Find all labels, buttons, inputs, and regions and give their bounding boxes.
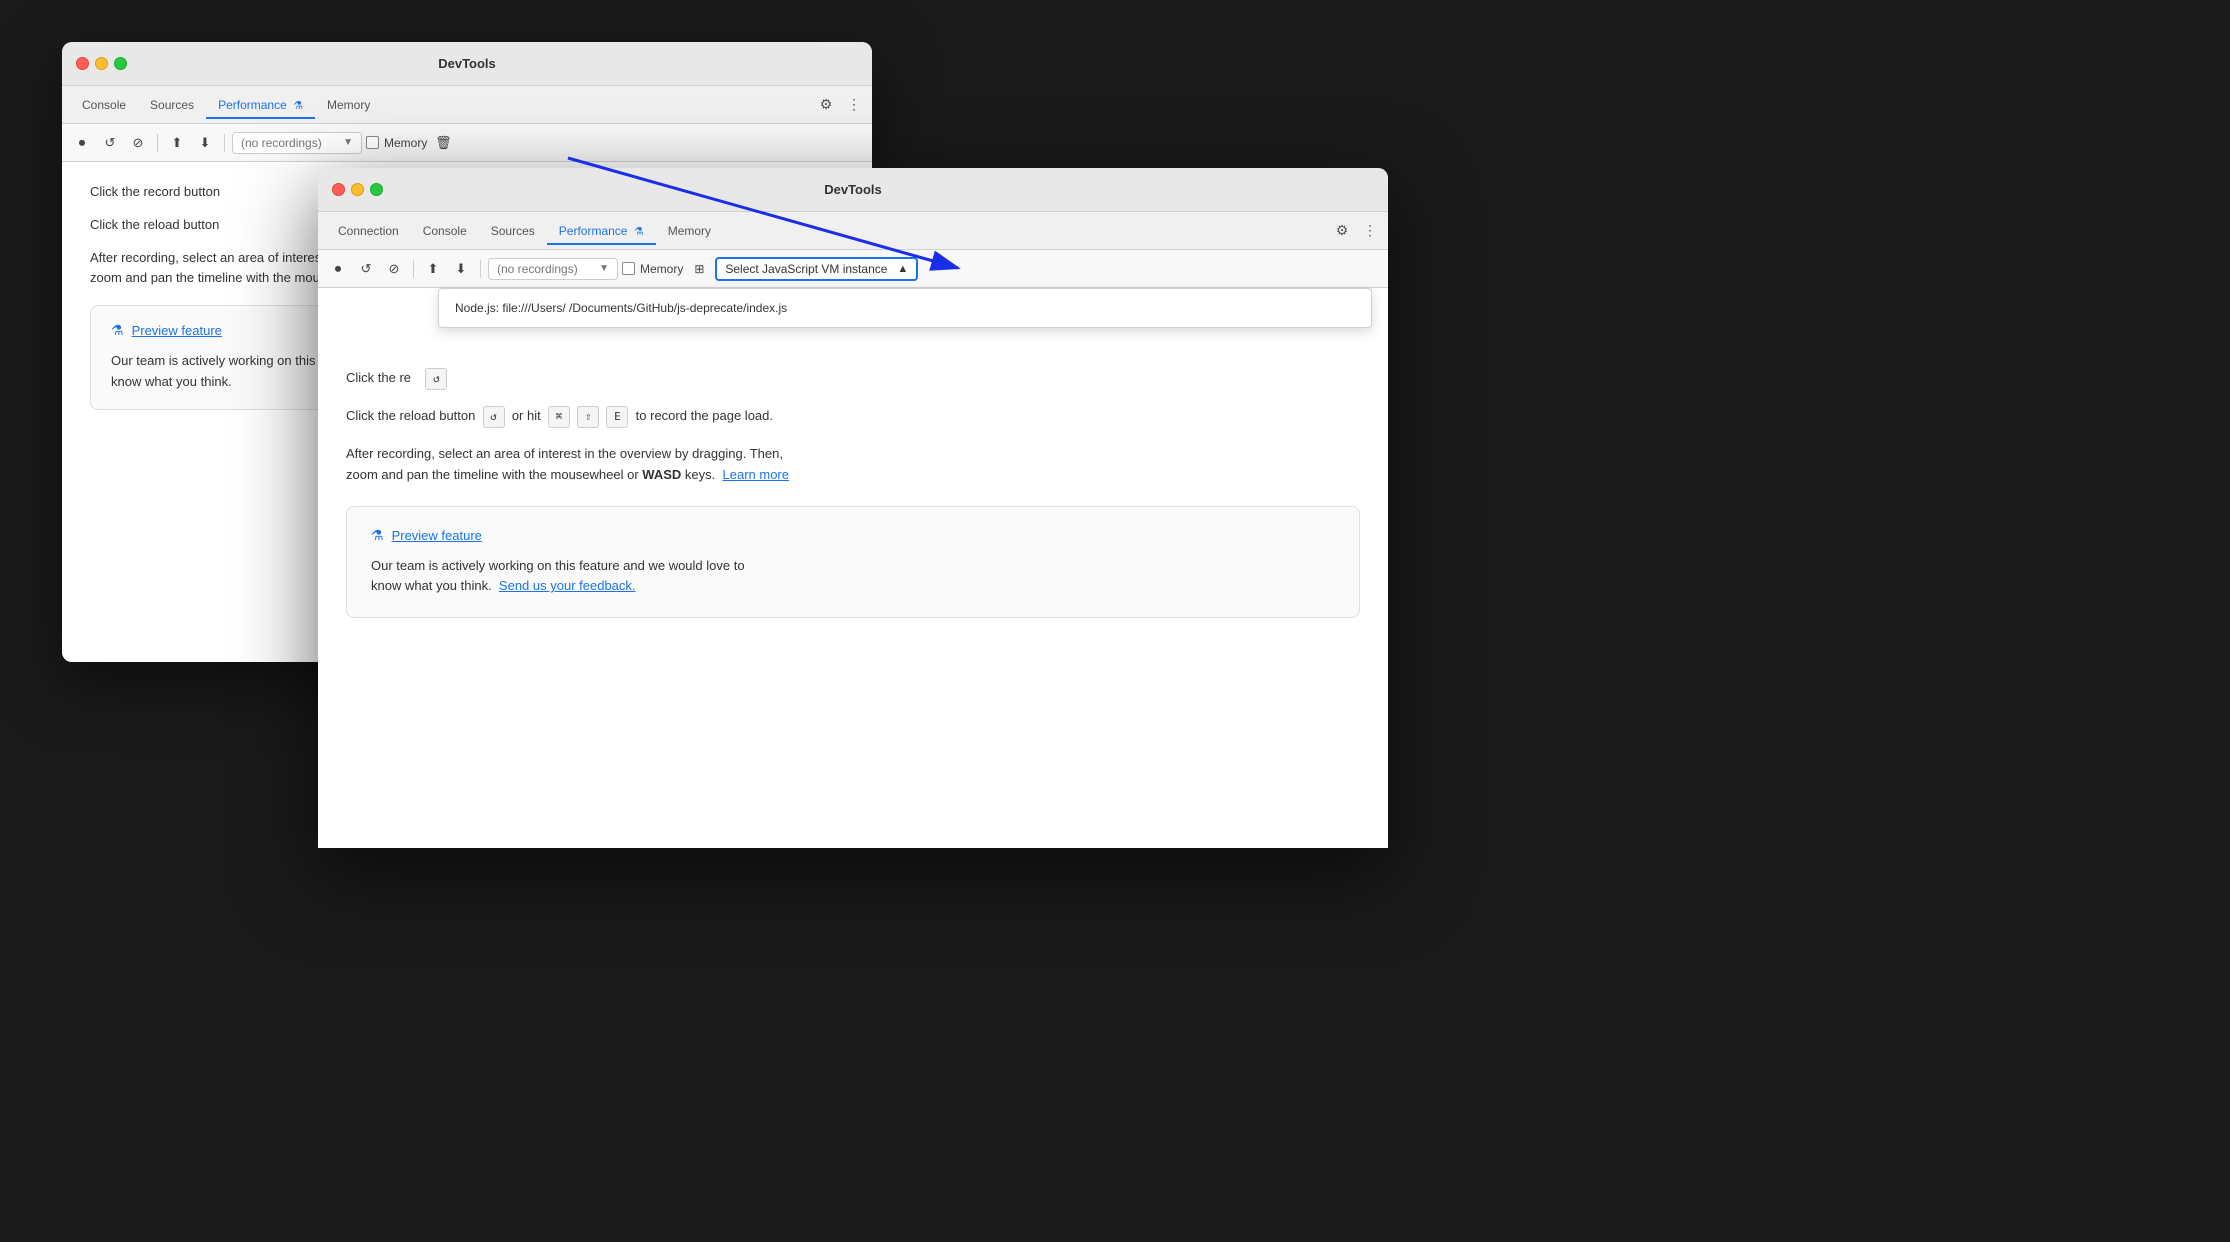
separator-1-bg [157,134,158,152]
instruction-2-fg: Click the reload button ↺ or hit ⌘ ⇧ E t… [346,406,1360,428]
cancel-button-bg[interactable]: ⊘ [126,131,150,155]
kbd-cmd-fg: ⌘ [548,406,570,428]
kbd-shortcut-fg: ↺ [483,406,505,428]
traffic-lights-bg [76,57,127,70]
titlebar-bg: DevTools [62,42,872,86]
download-button-fg[interactable]: ⬇ [449,257,473,281]
tab-memory-bg[interactable]: Memory [315,92,382,118]
toolbar-bg: ⏺ ↺ ⊘ ⬆ ⬇ (no recordings) ▼ Memory 🗑 [62,124,872,162]
devtools-body-fg: Connection Console Sources Performance ⚗… [318,212,1388,848]
tab-connection-fg[interactable]: Connection [326,218,411,244]
separator-2-bg [224,134,225,152]
upload-button-fg[interactable]: ⬆ [421,257,445,281]
toolbar-fg: ⏺ ↺ ⊘ ⬆ ⬇ (no recordings) ▼ Memory ⊞ Sel… [318,250,1388,288]
delete-button-bg[interactable]: 🗑 [431,131,455,155]
preview-header-fg: ⚗ Preview feature [371,527,1335,544]
preview-box-fg: ⚗ Preview feature Our team is actively w… [346,506,1360,619]
tab-sources-bg[interactable]: Sources [138,92,206,118]
kbd-e-fg: E [606,406,628,428]
checkbox-fg[interactable] [622,262,635,275]
vm-dropdown-menu[interactable]: Node.js: file:///Users/ /Documents/GitHu… [438,288,1372,328]
dropdown-arrow-bg: ▼ [343,137,353,148]
preview-title-fg[interactable]: Preview feature [392,528,482,543]
instruction-3-fg: After recording, select an area of inter… [346,444,1360,486]
tabbar-right-bg: ⚙ ⋮ [816,95,864,115]
upload-button-bg[interactable]: ⬆ [165,131,189,155]
vm-select-button[interactable]: Select JavaScript VM instance ▲ [715,257,918,281]
instruction-1-fg: Click the re ↺ [346,368,1360,390]
window-title-bg: DevTools [438,56,496,71]
memory-checkbox-bg[interactable]: Memory [366,136,427,150]
tab-performance-fg[interactable]: Performance ⚗ [547,218,656,244]
learn-more-link[interactable]: Learn more [723,467,789,482]
window-title-fg: DevTools [824,182,882,197]
snapshot-button-fg[interactable]: ⊞ [687,257,711,281]
titlebar-fg: DevTools [318,168,1388,212]
flask-icon-performance-fg: ⚗ [634,226,644,238]
tab-console-bg[interactable]: Console [70,92,138,118]
cancel-button-fg[interactable]: ⊘ [382,257,406,281]
reload-button-bg[interactable]: ↺ [98,131,122,155]
separator-1-fg [413,260,414,278]
minimize-button-bg[interactable] [95,57,108,70]
preview-flask-icon-bg: ⚗ [111,322,124,339]
download-button-bg[interactable]: ⬇ [193,131,217,155]
content-fg: Click the re ↺ Click the reload button ↺… [318,288,1388,848]
close-button-fg[interactable] [332,183,345,196]
vm-dropdown-item[interactable]: Node.js: file:///Users/ /Documents/GitHu… [439,293,1371,323]
preview-text-fg: Our team is actively working on this fea… [371,556,1335,598]
devtools-foreground-window: DevTools Connection Console Sources Perf… [318,168,1388,848]
kbd-reload-fg: ↺ [425,368,447,390]
gear-icon-fg[interactable]: ⚙ [1332,221,1352,241]
traffic-lights-fg [332,183,383,196]
more-icon-bg[interactable]: ⋮ [844,95,864,115]
preview-flask-icon-fg: ⚗ [371,527,384,544]
tab-performance-bg[interactable]: Performance ⚗ [206,92,315,118]
separator-2-fg [480,260,481,278]
recordings-dropdown-bg[interactable]: (no recordings) ▼ [232,132,362,154]
tabbar-right-fg: ⚙ ⋮ [1332,221,1380,241]
toolbar-wrapper-fg: ⏺ ↺ ⊘ ⬆ ⬇ (no recordings) ▼ Memory ⊞ Sel… [318,250,1388,288]
record-button-bg[interactable]: ⏺ [70,131,94,155]
tabbar-bg: Console Sources Performance ⚗ Memory ⚙ ⋮ [62,86,872,124]
memory-checkbox-fg[interactable]: Memory [622,262,683,276]
record-button-fg[interactable]: ⏺ [326,257,350,281]
close-button-bg[interactable] [76,57,89,70]
tabbar-fg: Connection Console Sources Performance ⚗… [318,212,1388,250]
recordings-dropdown-fg[interactable]: (no recordings) ▼ [488,258,618,280]
maximize-button-fg[interactable] [370,183,383,196]
dropdown-arrow-fg: ▼ [599,263,609,274]
checkbox-bg[interactable] [366,136,379,149]
gear-icon-bg[interactable]: ⚙ [816,95,836,115]
flask-icon-bg: ⚗ [293,100,303,112]
reload-button-fg[interactable]: ↺ [354,257,378,281]
vm-arrow-icon: ▲ [897,263,908,275]
tab-console-fg[interactable]: Console [411,218,479,244]
more-icon-fg[interactable]: ⋮ [1360,221,1380,241]
kbd-shift-fg: ⇧ [577,406,599,428]
maximize-button-bg[interactable] [114,57,127,70]
minimize-button-fg[interactable] [351,183,364,196]
tab-memory-fg[interactable]: Memory [656,218,723,244]
feedback-link[interactable]: Send us your feedback. [499,578,636,593]
tab-sources-fg[interactable]: Sources [479,218,547,244]
preview-title-bg[interactable]: Preview feature [132,323,222,338]
